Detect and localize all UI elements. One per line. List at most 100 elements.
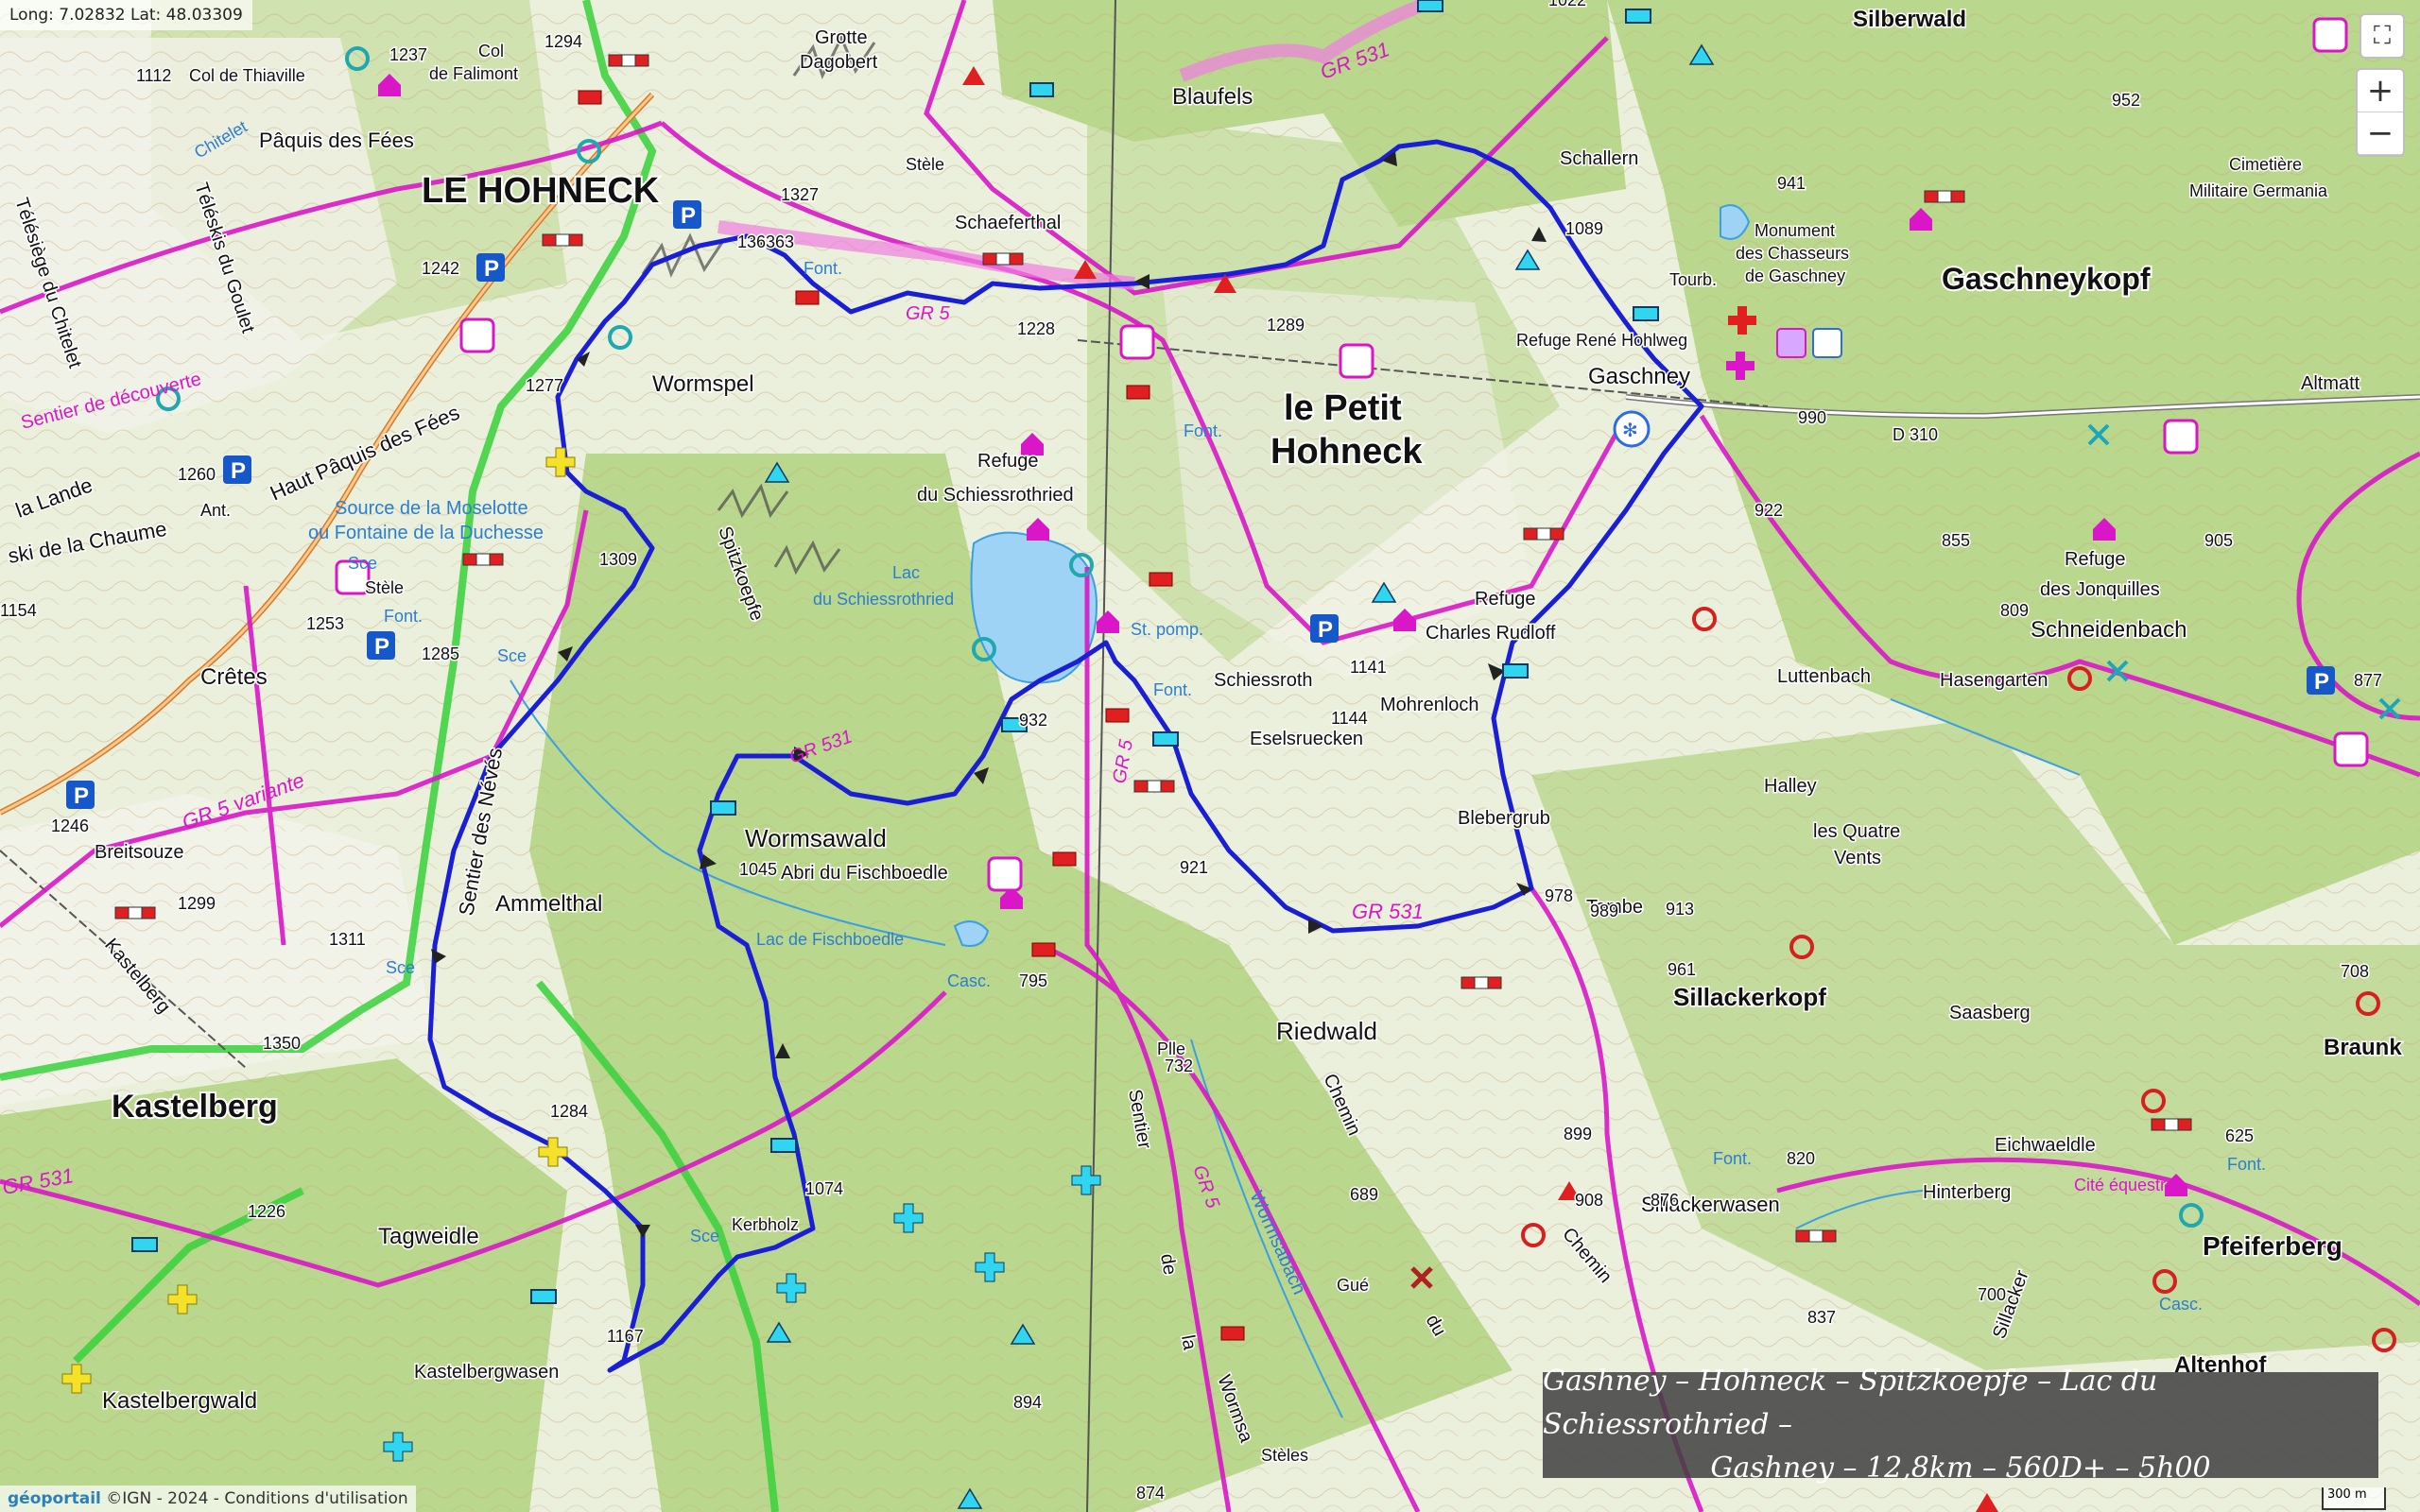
label-ant: Ant. [200,501,231,520]
route-title-box: Gashney – Hohneck – Spitzkoepfe – Lac du… [1543,1365,2378,1485]
fullscreen-button[interactable]: ⛶ [2360,13,2405,59]
label-font-5: Font. [1713,1149,1752,1168]
label-cimetiere-2: Militaire Germania [2189,181,2328,200]
elevation-label: 1253 [306,614,344,633]
zoom-in-button[interactable]: + [2358,70,2403,112]
label-quatre-vents-1: les Quatre [1813,821,1900,842]
label-col-de-falimont-1: Col [478,42,504,60]
elevation-label: 1237 [389,45,427,64]
attribution-text[interactable]: ©IGN - 2024 - Conditions d'utilisation [101,1489,407,1508]
label-font-2: Font. [1184,421,1222,440]
label-kastelbergwasen: Kastelbergwasen [414,1362,559,1383]
label-tagweidle: Tagweidle [378,1224,479,1249]
zoom-control: + − [2356,68,2405,157]
label-schiessroth: Schiessroth [1214,670,1313,691]
elevation-label: 1289 [1267,316,1305,335]
label-sce: Sce [497,646,527,665]
elevation-label: 795 [1019,971,1047,990]
label-grotte-2: Dagobert [800,52,878,73]
label-eichwaeldle: Eichwaeldle [1995,1135,2096,1156]
route-title-line2: Gashney – 12,8km – 560D+ – 5h00 [1710,1452,2211,1485]
parking-label: P [681,203,696,229]
parking-label: P [1318,617,1333,643]
label-refuge-jonquilles-2: des Jonquilles [2040,579,2160,600]
label-font: Font. [804,259,842,278]
label-sce-4: Sce [348,554,377,573]
elevation-label: 905 [2204,531,2233,550]
label-blaufels: Blaufels [1172,84,1253,110]
elevation-label: 1144 [1331,709,1368,728]
elevation-label: 1299 [178,894,216,913]
label-sillackerkopf: Sillackerkopf [1673,983,1826,1011]
elevation-label: 1089 [1565,219,1603,238]
label-ammelthal: Ammelthal [495,891,602,917]
label-blebergrub: Blebergrub [1458,808,1550,829]
label-pfeiferberg: Pfeiferberg [2203,1231,2342,1261]
label-le-hohneck: LE HOHNECK [422,171,660,211]
topographic-map[interactable]: P P P P P P P ✻ LE HOHNECK le Petit Hohn… [0,0,2420,1512]
label-sce-3: Sce [690,1227,719,1246]
label-font-3: Font. [1153,680,1192,699]
label-breitsouze: Breitsouze [95,842,184,863]
scale-bar: 300 m [2322,1487,2386,1510]
label-halley: Halley [1764,776,1817,797]
label-schallern: Schallern [1560,148,1638,169]
label-petit-hohneck-1: le Petit [1284,388,1402,428]
label-monument-3: de Gaschney [1745,266,1845,285]
label-paquis-des-fees: Pâquis des Fées [259,129,414,152]
elevation-label: 1074 [805,1179,843,1198]
elevation-label: 1285 [422,644,459,663]
label-quatre-vents-2: Vents [1834,848,1881,868]
label-monument-1: Monument [1754,221,1835,240]
label-riedwald: Riedwald [1276,1017,1377,1045]
elevation-label: 1242 [422,259,459,278]
elevation-label: 809 [2000,601,2029,620]
label-cite-equestre: Cité équestre [2074,1176,2175,1194]
parking-label: P [374,634,389,660]
label-schaeferthal: Schaeferthal [955,213,1061,233]
label-gr5: GR 5 [906,303,951,324]
cursor-coordinates: Long: 7.02832 Lat: 48.03309 [0,0,252,30]
elevation-label: 1350 [263,1034,301,1053]
label-kastelberg: Kastelberg [112,1089,278,1125]
geoportail-logo: géoportail [8,1489,101,1508]
elevation-label: 1327 [781,185,819,204]
label-luttenbach: Luttenbach [1777,666,1871,687]
label-font-4: Font. [384,607,423,626]
parking-label: P [74,783,89,809]
label-casc: Casc. [947,971,991,990]
label-col-de-thiaville: Col de Thiaville [189,66,305,85]
label-altmatt: Altmatt [2301,373,2360,394]
elevation-label: 952 [2112,91,2140,110]
attribution[interactable]: géoportail ©IGN - 2024 - Conditions d'ut… [0,1486,416,1512]
label-refuge-schiess-1: Refuge [977,451,1039,472]
parking-label: P [231,458,246,484]
elevation-label: 1154 [0,601,37,620]
label-col-de-falimont-2: de Falimont [429,64,518,83]
zoom-out-button[interactable]: − [2358,112,2403,155]
label-eselsruecken: Eselsruecken [1250,729,1363,749]
elevation-label: 1284 [550,1102,588,1121]
elevation-label: 1277 [526,376,563,395]
elevation-label: 1309 [599,550,637,569]
label-braunk: Braunk [2324,1035,2402,1060]
elevation-label: 1167 [607,1327,644,1346]
label-lac-schiess-1: Lac [892,563,920,582]
label-lac-schiess-2: du Schiessrothried [813,590,954,609]
elevation-label: 922 [1754,501,1783,520]
label-steles: Stèles [1261,1446,1308,1465]
elevation-label: 1311 [329,930,366,949]
elevation-label: 908 [1575,1191,1603,1210]
label-wormspel: Wormspel [652,371,754,397]
label-petit-hohneck-2: Hohneck [1270,432,1423,472]
elevation-label: 989 [1590,902,1618,920]
label-silberwald: Silberwald [1853,7,1966,32]
elevation-label: 941 [1777,174,1806,193]
label-sce-2: Sce [386,958,415,977]
elevation-label: 894 [1013,1393,1042,1412]
elevation-label: 820 [1787,1149,1815,1168]
label-refuge-rudloff-1: Refuge [1475,589,1536,610]
label-source-moselotte-2: ou Fontaine de la Duchesse [308,523,544,543]
elevation-label: 1226 [248,1202,285,1221]
label-refuge-schiess-2: du Schiessrothried [917,485,1074,506]
